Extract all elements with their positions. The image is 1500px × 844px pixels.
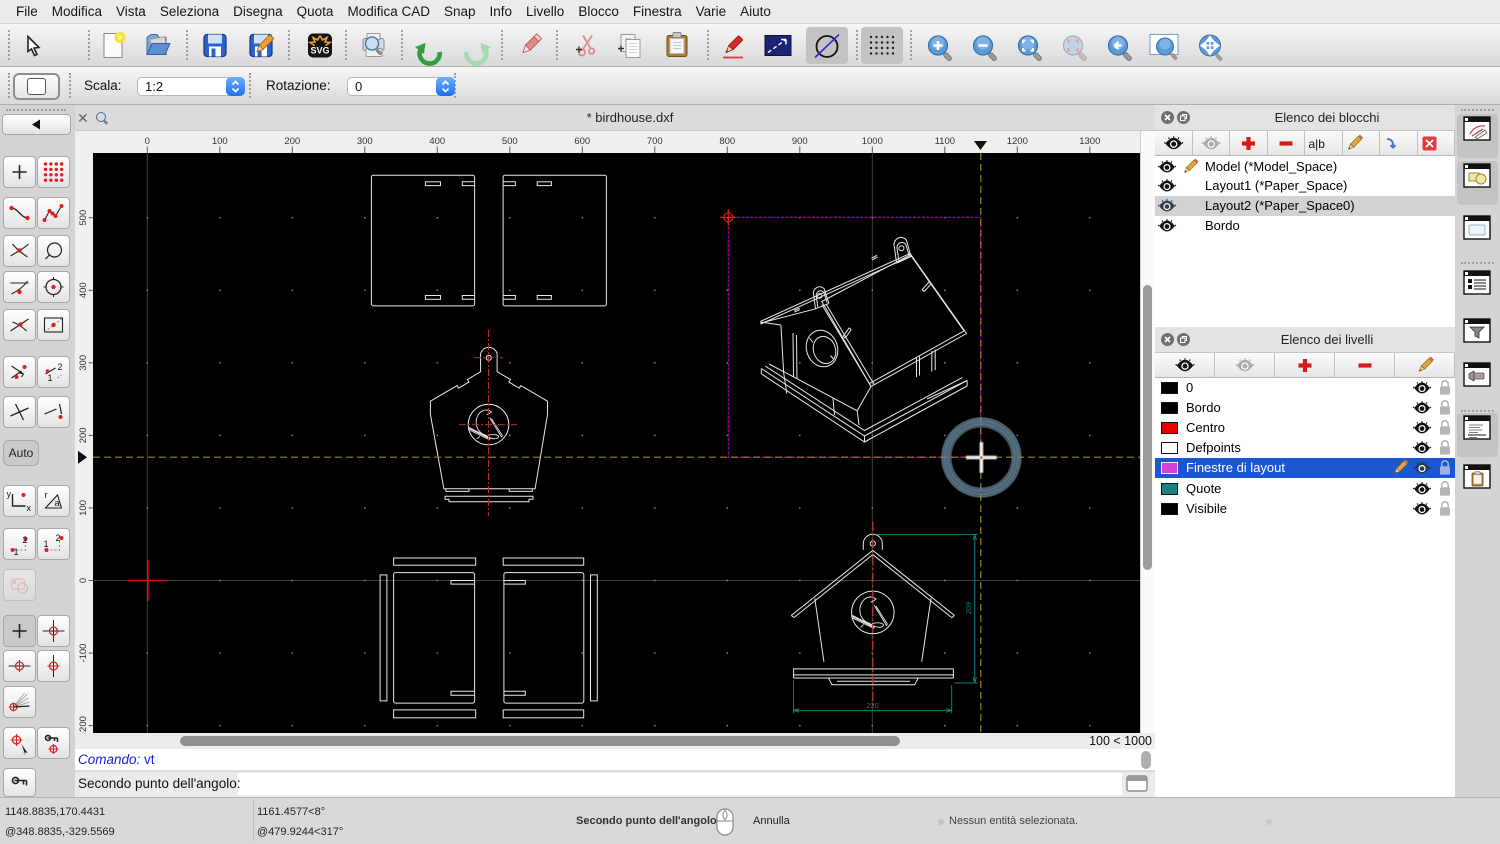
svg-text:300: 300 (357, 136, 373, 147)
svg-text:400: 400 (78, 282, 89, 298)
svg-text:0: 0 (78, 578, 89, 583)
svg-text:100: 100 (212, 136, 228, 147)
svg-text:2: 2 (56, 533, 61, 543)
svg-text:1300: 1300 (1079, 136, 1100, 147)
svg-text:1: 1 (48, 373, 53, 383)
svg-text:900: 900 (792, 136, 808, 147)
svg-text:600: 600 (574, 136, 590, 147)
svg-text:2: 2 (23, 535, 28, 545)
svg-text:a: a (55, 498, 60, 508)
svg-text:1: 1 (14, 547, 19, 557)
svg-text:y: y (7, 489, 12, 499)
svg-text:1000: 1000 (862, 136, 883, 147)
svg-text:220: 220 (866, 701, 879, 710)
svg-text:-100: -100 (78, 644, 89, 663)
svg-text:1200: 1200 (1007, 136, 1028, 147)
svg-text:1100: 1100 (935, 136, 955, 147)
svg-text:500: 500 (502, 136, 518, 147)
svg-text:x: x (27, 503, 32, 513)
svg-text:209: 209 (964, 602, 973, 615)
svg-text:800: 800 (719, 136, 735, 147)
svg-text:0: 0 (145, 136, 150, 147)
svg-text:1: 1 (44, 539, 49, 549)
svg-text:500: 500 (78, 210, 89, 226)
svg-text:300: 300 (78, 355, 89, 371)
svg-text:SVG: SVG (310, 46, 329, 56)
svg-text:700: 700 (647, 136, 663, 147)
svg-text:a|b: a|b (1308, 137, 1325, 151)
svg-text:r: r (45, 490, 48, 500)
svg-text:100: 100 (78, 500, 89, 516)
svg-text:-200: -200 (78, 716, 89, 733)
svg-text:2: 2 (58, 362, 63, 372)
svg-text:200: 200 (284, 136, 300, 147)
svg-text:200: 200 (78, 427, 89, 443)
svg-text:400: 400 (429, 136, 445, 147)
